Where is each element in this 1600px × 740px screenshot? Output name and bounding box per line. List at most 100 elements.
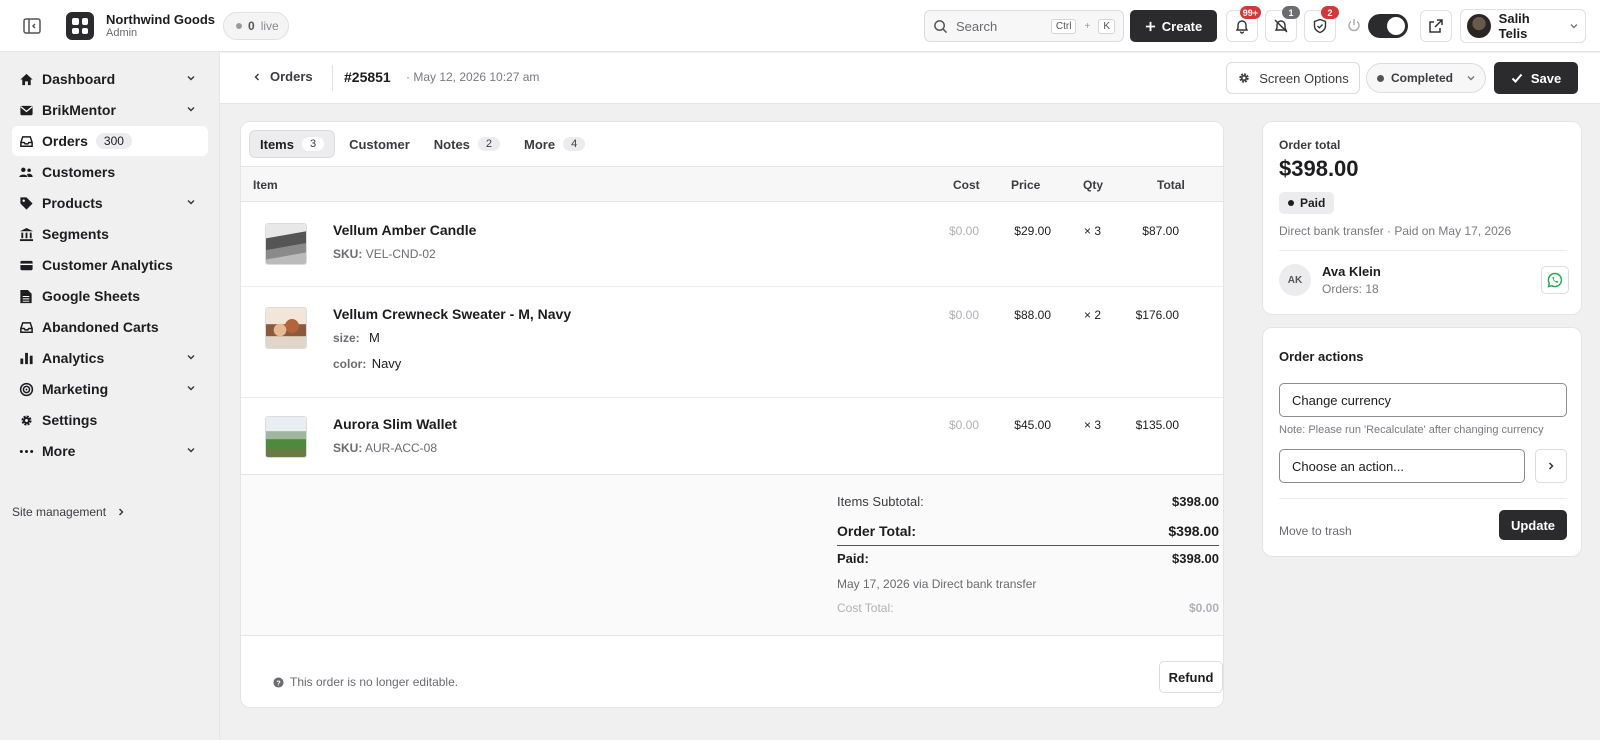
sidebar-item-label: Google Sheets: [42, 288, 141, 304]
order-total-line: Order Total: $398.00: [837, 523, 1219, 539]
item-qty: × 2: [1083, 308, 1101, 322]
sidebar-item-settings[interactable]: Settings: [12, 405, 208, 435]
item-name[interactable]: Vellum Amber Candle: [333, 222, 476, 238]
sku-label: SKU:: [333, 441, 363, 455]
sidebar-item-orders[interactable]: Orders 300: [12, 126, 208, 156]
svg-text:?: ?: [276, 678, 281, 687]
notifications-button[interactable]: 99+: [1226, 6, 1261, 42]
sidebar-item-label: Customers: [42, 164, 116, 180]
avatar: [1467, 14, 1491, 38]
sidebar-item-abandoned-carts[interactable]: Abandoned Carts: [12, 312, 208, 342]
live-dot-icon: [236, 23, 242, 29]
save-button[interactable]: Save: [1494, 62, 1578, 94]
item-name[interactable]: Vellum Crewneck Sweater - M, Navy: [333, 306, 571, 322]
sidebar-item-brikmentor[interactable]: BrikMentor: [12, 95, 208, 125]
product-thumbnail[interactable]: [265, 223, 307, 265]
gear-icon: [1239, 73, 1249, 83]
order-actions-card: Order actions Change currency Note: Plea…: [1262, 327, 1582, 557]
sidebar-item-analytics[interactable]: Analytics: [12, 343, 208, 373]
back-to-orders-link[interactable]: Orders: [252, 69, 313, 84]
item-sku: SKU: VEL-CND-02: [333, 247, 436, 261]
items-table-header: Item Cost Price Qty Total: [241, 166, 1223, 202]
items-subtotal-label: Items Subtotal:: [837, 494, 924, 509]
order-total-label: Order Total:: [837, 523, 917, 539]
divider: [1279, 498, 1567, 499]
create-button[interactable]: Create: [1130, 10, 1217, 42]
screen-options-button[interactable]: Screen Options: [1226, 62, 1360, 94]
column-header-cost: Cost: [953, 178, 980, 192]
brand-name: Northwind Goods: [106, 12, 216, 27]
cost-total-line: Cost Total: $0.00: [837, 601, 1219, 615]
sidebar-item-segments[interactable]: Segments: [12, 219, 208, 249]
live-visitors-pill[interactable]: 0 live: [223, 12, 289, 40]
sidebar-item-label: Settings: [42, 412, 98, 428]
not-editable-note: ? This order is no longer editable.: [273, 675, 458, 689]
sidebar-toggle-icon[interactable]: [22, 16, 42, 36]
sidebar-item-label: Segments: [42, 226, 109, 242]
sidebar-item-more[interactable]: More: [12, 436, 208, 466]
security-button[interactable]: 2: [1304, 6, 1339, 42]
customer-name[interactable]: Ava Klein: [1322, 264, 1381, 279]
notifications-badge: 99+: [1239, 6, 1261, 19]
item-name[interactable]: Aurora Slim Wallet: [333, 416, 457, 432]
item-cost: $0.00: [948, 224, 979, 238]
chevron-left-icon: [254, 73, 259, 80]
currency-note: Note: Please run 'Recalculate' after cha…: [1279, 424, 1544, 436]
attribute-value: Navy: [371, 356, 402, 371]
sidebar-item-customers[interactable]: Customers: [12, 157, 208, 187]
sidebar-item-customer-analytics[interactable]: Customer Analytics: [12, 250, 208, 280]
tab-label: Notes: [433, 136, 470, 152]
sidebar-item-marketing[interactable]: Marketing: [12, 374, 208, 404]
product-thumbnail[interactable]: [265, 307, 307, 349]
change-currency-select[interactable]: Change currency: [1279, 383, 1567, 417]
sidebar-item-dashboard[interactable]: Dashboard: [12, 64, 208, 94]
product-thumbnail[interactable]: [265, 416, 307, 458]
bank-icon: [18, 226, 34, 242]
chevron-down-icon: [187, 200, 195, 205]
open-site-button[interactable]: [1420, 10, 1452, 42]
items-subtotal-value: $398.00: [1172, 494, 1219, 509]
sidebar-item-label: Orders: [42, 133, 88, 149]
inbox-icon: [18, 133, 34, 149]
move-to-trash-link[interactable]: Move to trash: [1279, 524, 1352, 538]
item-price: $29.00: [1014, 224, 1051, 238]
check-icon: [1511, 73, 1523, 83]
sidebar-item-label: Analytics: [42, 350, 105, 366]
item-total: $87.00: [1142, 224, 1179, 238]
order-status-select[interactable]: Completed: [1366, 63, 1486, 93]
sidebar-item-google-sheets[interactable]: Google Sheets: [12, 281, 208, 311]
paid-value: $398.00: [1172, 551, 1219, 566]
chevron-down-icon: [1570, 24, 1578, 29]
tab-items[interactable]: Items 3: [249, 130, 336, 158]
bell-icon: [1235, 20, 1249, 34]
whatsapp-button[interactable]: [1541, 266, 1569, 294]
mode-toggle[interactable]: [1368, 14, 1408, 38]
tab-notes[interactable]: Notes 2: [424, 130, 510, 158]
status-value: Completed: [1391, 71, 1454, 85]
chevron-down-icon: [187, 386, 195, 391]
security-badge: 2: [1321, 6, 1339, 19]
bell-off-icon: [1274, 19, 1288, 33]
table-row: Aurora Slim Wallet SKU: AUR-ACC-08 $0.00…: [241, 398, 1223, 474]
search-input[interactable]: Search Ctrl + K: [924, 10, 1124, 42]
customer-orders-count: Orders: 18: [1322, 282, 1379, 296]
user-menu[interactable]: Salih Telis: [1460, 9, 1586, 43]
item-cost: $0.00: [948, 418, 979, 432]
chevron-down-icon: [187, 355, 195, 360]
sku-value: AUR-ACC-08: [365, 441, 438, 455]
refund-button[interactable]: Refund: [1159, 661, 1223, 693]
order-action-select[interactable]: Choose an action...: [1279, 449, 1525, 483]
sidebar-item-products[interactable]: Products: [12, 188, 208, 218]
tab-label: Customer: [349, 136, 410, 152]
tag-icon: [18, 195, 34, 211]
update-button[interactable]: Update: [1499, 510, 1567, 540]
tab-more[interactable]: More 4: [514, 130, 595, 158]
divider: [332, 65, 333, 91]
tab-customer[interactable]: Customer: [339, 130, 420, 158]
muted-notifications-button[interactable]: 1: [1265, 6, 1300, 42]
chevron-right-icon: [119, 508, 124, 516]
site-management-link[interactable]: Site management: [12, 505, 126, 519]
apply-action-button[interactable]: [1535, 449, 1567, 483]
order-totals: Items Subtotal: $398.00 Order Total: $39…: [241, 474, 1223, 636]
order-items-card: Items 3 Customer Notes 2 More 4 Item Cos…: [240, 121, 1224, 708]
